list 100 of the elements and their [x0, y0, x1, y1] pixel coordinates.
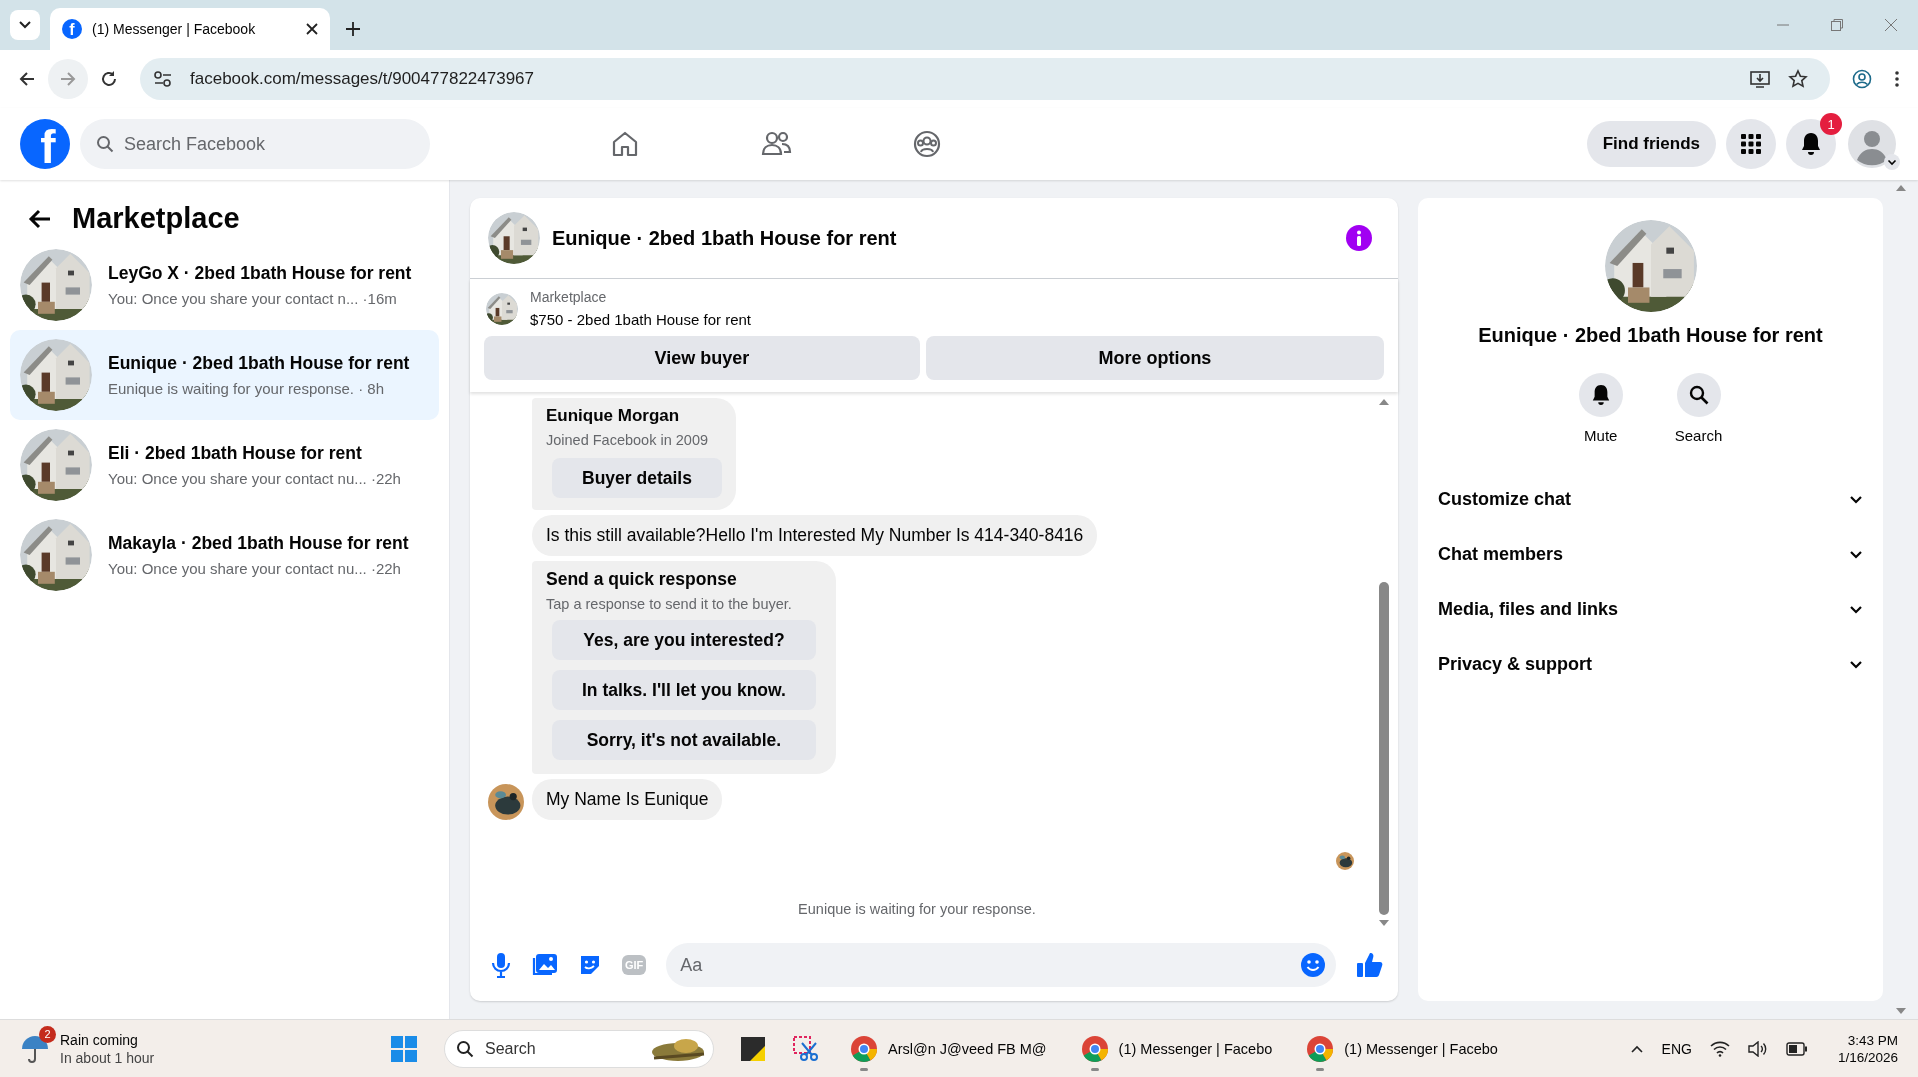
mute-button[interactable]: [1578, 373, 1623, 417]
reload-icon[interactable]: [100, 70, 118, 88]
notification-badge: 1: [1820, 113, 1842, 135]
bell-icon[interactable]: [1800, 132, 1822, 156]
weather-badge: 2: [39, 1025, 56, 1043]
back-icon[interactable]: [18, 70, 36, 88]
chevron-down-icon[interactable]: [1849, 659, 1863, 670]
listing-title[interactable]: $750 - 2bed 1bath House for rent: [530, 311, 751, 328]
listing-action-button[interactable]: View buyer: [484, 336, 920, 380]
scroll-up-icon[interactable]: [1894, 184, 1907, 192]
tab-list-button[interactable]: [10, 10, 40, 40]
conversation-item[interactable]: Eunique · 2bed 1bath House for rent Eunique is waiting for your response. · 8h: [10, 330, 439, 420]
restore-icon[interactable]: [1830, 18, 1844, 32]
running-indicator: [860, 1067, 868, 1071]
home-icon[interactable]: [610, 129, 640, 159]
section-header[interactable]: Customize chat: [1418, 472, 1883, 527]
forward-button[interactable]: [48, 59, 88, 99]
browser-icon[interactable]: [850, 1034, 878, 1063]
message-bubble: My Name Is Eunique: [532, 779, 723, 820]
search-icon: [96, 135, 114, 153]
chevron-down-icon[interactable]: [19, 21, 31, 29]
browser-tab[interactable]: f (1) Messenger | Facebook: [50, 8, 330, 50]
chevron-down-icon[interactable]: [1849, 604, 1863, 615]
language-indicator[interactable]: ENG: [1661, 1040, 1692, 1057]
battery-icon[interactable]: [1785, 1041, 1808, 1056]
menu-icon[interactable]: [1894, 70, 1900, 88]
section-header[interactable]: Media, files and links: [1418, 582, 1883, 637]
buyer-subtitle: Joined Facebook in 2009: [546, 432, 709, 448]
chevron-down-icon[interactable]: [1849, 494, 1863, 505]
conversation-item[interactable]: LeyGo X · 2bed 1bath House for rent You: Once you share your contact n... ·16m: [10, 249, 439, 321]
start-icon[interactable]: [390, 1034, 418, 1063]
section-header[interactable]: Privacy & support: [1418, 637, 1883, 692]
emoji-icon[interactable]: [1300, 952, 1326, 978]
search-button[interactable]: [1676, 373, 1721, 417]
search-field[interactable]: Search Facebook: [80, 119, 430, 169]
info-icon[interactable]: [1346, 225, 1372, 251]
search-icon[interactable]: [1688, 385, 1709, 405]
taskbar-app[interactable]: (1) Messenger | Facebo: [1076, 1028, 1277, 1069]
install-app-icon[interactable]: [1750, 70, 1770, 88]
sticky-notes-icon[interactable]: [740, 1035, 766, 1062]
quick-response-button[interactable]: In talks. I'll let you know.: [552, 670, 816, 710]
facebook-logo: f: [62, 19, 82, 39]
scroll-down-icon[interactable]: [1378, 919, 1390, 927]
running-indicator: [1316, 1067, 1325, 1071]
back-icon[interactable]: [28, 207, 52, 230]
microphone-icon[interactable]: [490, 952, 512, 978]
caret-icon[interactable]: [1884, 154, 1900, 170]
chevron-down-icon[interactable]: [1849, 549, 1863, 560]
site-settings-icon[interactable]: [154, 71, 172, 87]
chevron-up-icon[interactable]: [1629, 1043, 1644, 1054]
bell-icon[interactable]: [1590, 384, 1611, 406]
search-icon: [456, 1039, 474, 1058]
clock[interactable]: 3:43 PM 1/16/2026: [1837, 1032, 1898, 1065]
message-field[interactable]: Aa: [666, 943, 1336, 987]
close-icon[interactable]: [306, 23, 318, 35]
sticker-icon[interactable]: [578, 953, 602, 977]
menu-button[interactable]: [1726, 119, 1776, 169]
action-label: Search: [1674, 427, 1723, 444]
conversation-item[interactable]: Makayla · 2bed 1bath House for rent You: Once you share your contact nu... ·22h: [10, 519, 439, 591]
buyer-name: Eunique Morgan: [546, 406, 680, 426]
browser-icon[interactable]: [1306, 1034, 1335, 1063]
taskbar-search-field[interactable]: Search: [444, 1029, 714, 1068]
thumbs-up-icon[interactable]: [1356, 951, 1384, 979]
action-label: Mute: [1584, 427, 1618, 444]
wifi-icon[interactable]: [1709, 1040, 1730, 1057]
conversation-title: Eunique · 2bed 1bath House for rent: [1478, 324, 1823, 347]
new-tab-icon[interactable]: [346, 22, 360, 36]
chat-title: Eunique · 2bed 1bath House for rent: [552, 226, 897, 250]
message-bubble: Is this still available?Hello I'm Interested My Number Is 414-340-8416: [532, 515, 1098, 556]
grid-icon[interactable]: [1740, 133, 1762, 155]
buyer-details-button[interactable]: Buyer details: [552, 458, 722, 498]
quick-response-hint: Tap a response to send it to the buyer.: [546, 596, 792, 612]
browser-icon[interactable]: [1080, 1034, 1109, 1063]
listing-source: Marketplace: [530, 289, 608, 305]
running-indicator: [1090, 1067, 1099, 1071]
star-icon[interactable]: [1788, 69, 1808, 89]
snipping-tool-icon[interactable]: [792, 1034, 820, 1063]
find-friends-button[interactable]: Find friends: [1586, 121, 1716, 167]
scrollbar-thumb[interactable]: [1379, 581, 1389, 915]
quick-response-title: Send a quick response: [546, 569, 737, 590]
taskbar-app[interactable]: Arsl@n J@veed FB M@: [846, 1028, 1051, 1069]
weather-title: Rain coming: [60, 1031, 139, 1048]
scroll-down-icon[interactable]: [1894, 1007, 1907, 1015]
conversation-item[interactable]: Eli · 2bed 1bath House for rent You: Once you share your contact nu... ·22h: [10, 429, 439, 501]
status-text: Eunique is waiting for your response.: [798, 901, 1037, 917]
photo-icon[interactable]: [532, 953, 558, 977]
profile-icon[interactable]: [1852, 69, 1872, 89]
groups-icon[interactable]: [912, 129, 942, 159]
quick-response-button[interactable]: Yes, are you interested?: [552, 620, 816, 660]
facebook-logo[interactable]: f: [20, 119, 70, 169]
address-bar[interactable]: facebook.com/messages/t/900477822473967: [140, 58, 1830, 100]
listing-action-button[interactable]: More options: [925, 336, 1384, 380]
section-header[interactable]: Chat members: [1418, 527, 1883, 582]
quick-response-button[interactable]: Sorry, it's not available.: [552, 720, 816, 760]
sidebar-title: Marketplace: [72, 202, 240, 235]
weather-subtitle: In about 1 hour: [60, 1049, 155, 1066]
notifications-button[interactable]: [1786, 119, 1836, 169]
volume-icon[interactable]: [1747, 1040, 1768, 1057]
taskbar-app[interactable]: (1) Messenger | Facebo: [1302, 1028, 1502, 1069]
scroll-up-icon[interactable]: [1378, 398, 1390, 406]
